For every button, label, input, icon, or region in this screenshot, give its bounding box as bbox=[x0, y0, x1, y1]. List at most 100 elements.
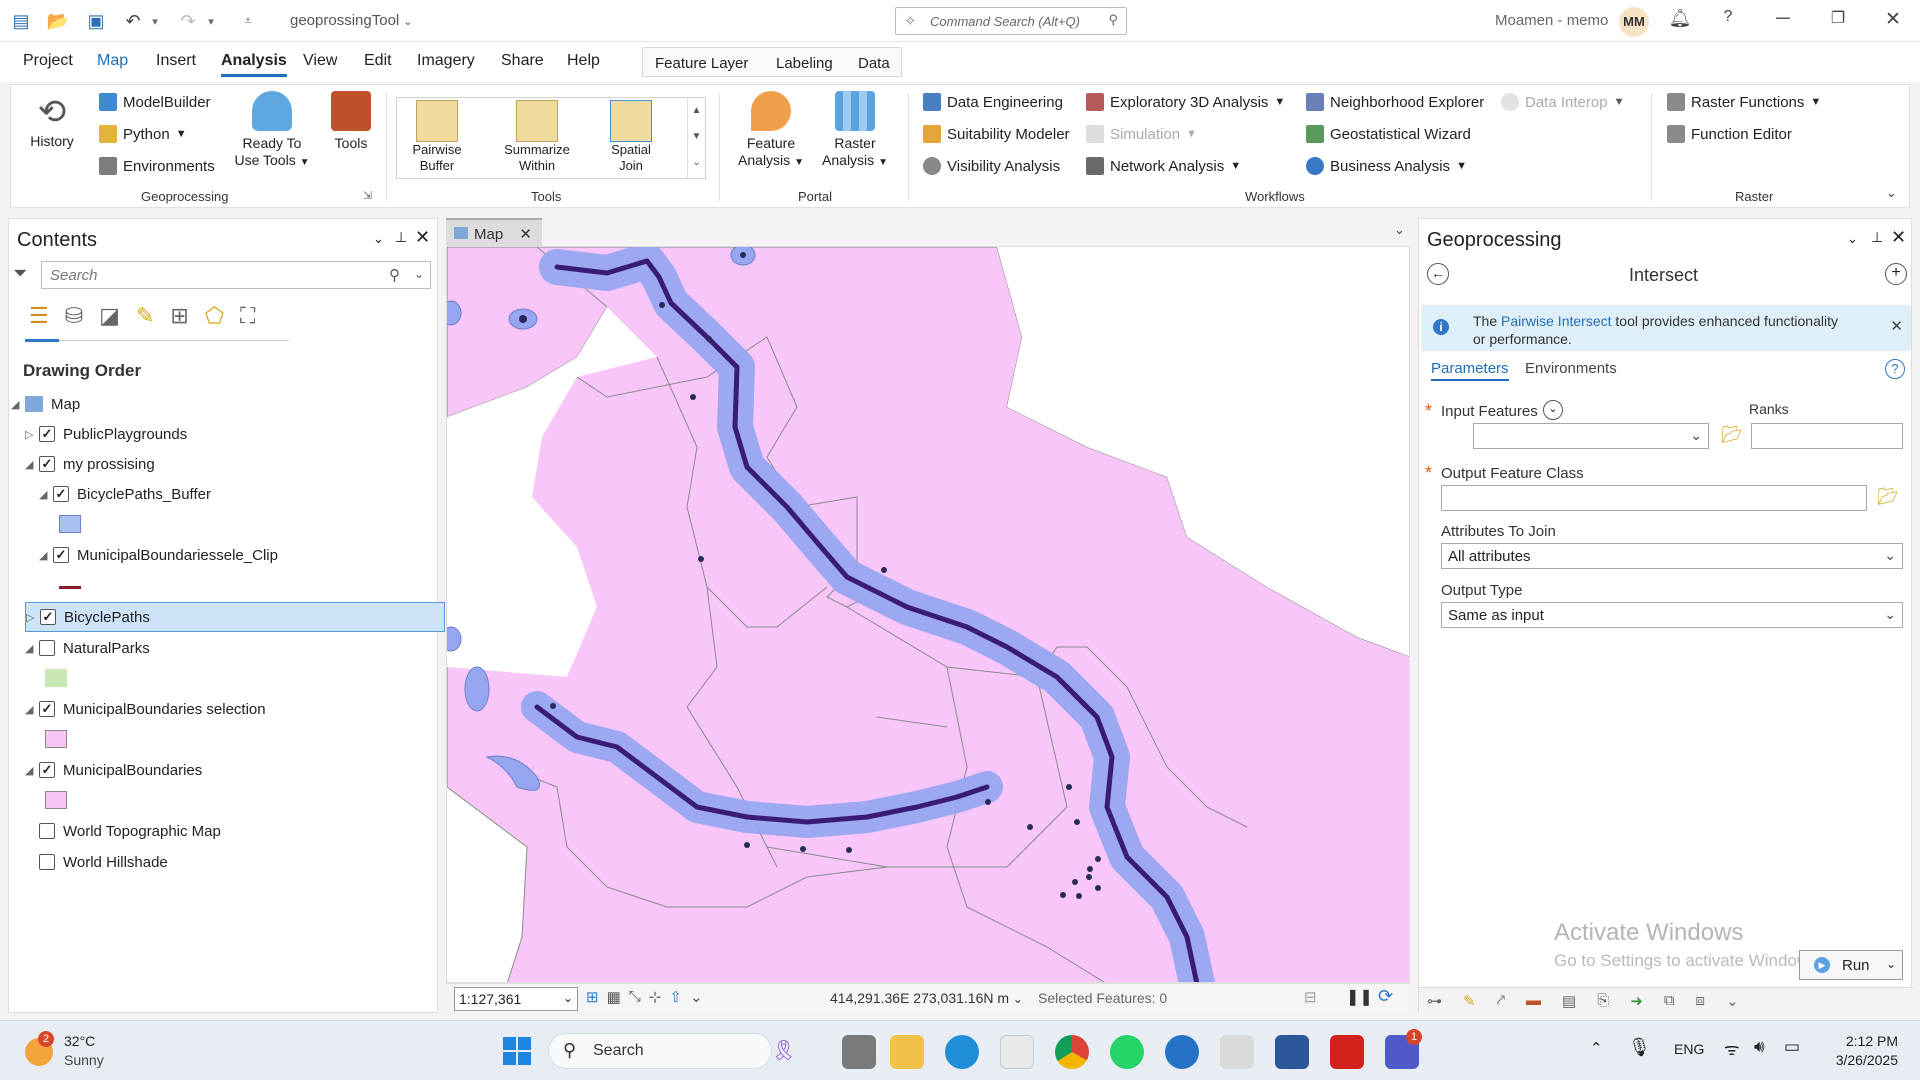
pairwise-buffer-button[interactable]: Pairwise Buffer bbox=[401, 100, 473, 174]
overflow-icon[interactable]: ⌄ bbox=[1726, 992, 1739, 1010]
taskbar-search[interactable]: ⚲ Search 🎗︎ bbox=[548, 1033, 796, 1069]
close-icon[interactable]: ✕ bbox=[1873, 8, 1913, 34]
layer-visibility-checkbox[interactable]: ✓ bbox=[53, 547, 69, 563]
avatar[interactable]: MM bbox=[1619, 7, 1649, 37]
whatsapp-icon[interactable] bbox=[1110, 1035, 1144, 1069]
data-interop-button[interactable]: Data Interop ▼ bbox=[1501, 93, 1624, 111]
geostatistical-wizard-button[interactable]: Geostatistical Wizard bbox=[1306, 125, 1471, 143]
suitability-modeler-button[interactable]: Suitability Modeler bbox=[923, 125, 1070, 143]
layer-visibility-checkbox[interactable] bbox=[39, 640, 55, 656]
menu-imagery[interactable]: Imagery bbox=[417, 52, 475, 70]
raster-functions-button[interactable]: Raster Functions ▼ bbox=[1667, 93, 1821, 111]
legend-swatch-selection[interactable] bbox=[45, 730, 67, 748]
exploratory-3d-button[interactable]: Exploratory 3D Analysis ▼ bbox=[1086, 93, 1285, 111]
language-indicator[interactable]: ENG bbox=[1674, 1041, 1704, 1057]
history-icon[interactable]: ⎘ bbox=[1597, 992, 1609, 1010]
catalog-icon[interactable]: ⊶ bbox=[1427, 992, 1442, 1010]
layer-visibility-checkbox[interactable]: ✓ bbox=[39, 456, 55, 472]
word-icon[interactable] bbox=[1275, 1035, 1309, 1069]
undo-dropdown-icon[interactable]: ▾ bbox=[142, 9, 168, 33]
pane-menu-icon[interactable]: ⌄ bbox=[1847, 231, 1858, 247]
layer-group-my-prossising[interactable]: ◢ ✓ my prossising bbox=[9, 449, 437, 479]
selected-features-count[interactable]: Selected Features: 0 bbox=[1038, 990, 1167, 1006]
toolbox-icon[interactable]: ▬ bbox=[1526, 992, 1541, 1010]
browse-folder-icon[interactable]: 📂︎ bbox=[1721, 425, 1743, 445]
start-icon[interactable] bbox=[503, 1037, 531, 1065]
project-icon[interactable]: ▤ bbox=[8, 9, 34, 33]
run-button[interactable]: ▶ Run ⌄ bbox=[1799, 950, 1903, 980]
wifi-icon[interactable]: ᯤ bbox=[1724, 1037, 1740, 1060]
collapse-ribbon-icon[interactable]: ⌄ bbox=[1886, 185, 1897, 201]
microphone-muted-icon[interactable]: 🎙︎ bbox=[1628, 1037, 1651, 1058]
back-arrow-icon[interactable]: ← bbox=[1427, 263, 1449, 285]
layer-municipal-selection[interactable]: ◢ ✓ MunicipalBoundaries selection bbox=[9, 694, 437, 724]
menu-view[interactable]: View bbox=[303, 52, 337, 70]
input-features-dropdown[interactable]: ⌄ bbox=[1473, 423, 1709, 449]
user-name[interactable]: Moamen - memo bbox=[1495, 12, 1608, 29]
menu-map[interactable]: Map bbox=[97, 52, 128, 70]
layer-visibility-checkbox[interactable]: ✓ bbox=[39, 426, 55, 442]
list-by-drawing-order-icon[interactable]: ☰ bbox=[29, 303, 49, 329]
launcher-icon[interactable]: ⇲ bbox=[363, 189, 372, 202]
task-view-icon[interactable] bbox=[842, 1035, 876, 1069]
layer-visibility-checkbox[interactable]: ✓ bbox=[53, 486, 69, 502]
menu-share[interactable]: Share bbox=[501, 52, 544, 70]
refresh-icon[interactable]: ⟳ bbox=[1378, 986, 1393, 1007]
arcgis-pro-icon[interactable] bbox=[1165, 1035, 1199, 1069]
pin-icon[interactable]: ⊥ bbox=[1871, 229, 1883, 246]
notification-bell-icon[interactable]: 🔔︎ bbox=[1660, 8, 1700, 34]
grid-icon[interactable]: ▦ bbox=[607, 988, 621, 1006]
python-button[interactable]: Python ▼ bbox=[99, 125, 187, 143]
map-drawing[interactable] bbox=[447, 247, 1410, 983]
fit-icon[interactable]: ⤡ bbox=[629, 988, 641, 1006]
dismiss-info-icon[interactable]: ✕ bbox=[1890, 317, 1903, 335]
tab-environments[interactable]: Environments bbox=[1525, 360, 1617, 377]
help-icon[interactable]: ? bbox=[1708, 8, 1748, 34]
temperature[interactable]: 32°C bbox=[64, 1033, 95, 1049]
battery-icon[interactable]: ▭ bbox=[1784, 1037, 1800, 1057]
menu-edit[interactable]: Edit bbox=[364, 52, 392, 70]
volume-icon[interactable]: 🔊︎ bbox=[1754, 1037, 1765, 1057]
expand-input-icon[interactable]: ⌄ bbox=[1543, 400, 1563, 420]
feature-analysis-button[interactable]: Feature Analysis ▼ bbox=[733, 91, 809, 171]
list-by-editing-icon[interactable]: ✎ bbox=[136, 303, 154, 329]
contents-search-input[interactable]: Search ⚲ ⌄ bbox=[41, 261, 431, 289]
tab-list-icon[interactable]: ⌄ bbox=[1394, 222, 1405, 238]
pause-drawing-icon[interactable]: ❚❚ bbox=[1346, 987, 1373, 1007]
attributes-to-join-select[interactable]: All attributes ⌄ bbox=[1441, 543, 1903, 569]
visibility-analysis-button[interactable]: Visibility Analysis bbox=[923, 157, 1060, 175]
restore-icon[interactable]: ❐ bbox=[1818, 8, 1858, 34]
neighborhood-explorer-button[interactable]: Neighborhood Explorer bbox=[1306, 93, 1484, 111]
attributes-icon[interactable]: ▤ bbox=[1562, 992, 1576, 1010]
menu-analysis[interactable]: Analysis bbox=[221, 52, 287, 77]
clock-date[interactable]: 3/26/2025 bbox=[1826, 1052, 1898, 1068]
legend-swatch-buffer[interactable] bbox=[59, 515, 81, 533]
measure-icon[interactable]: ⊹ bbox=[649, 988, 662, 1006]
acrobat-icon[interactable] bbox=[1330, 1035, 1364, 1069]
close-pane-icon[interactable]: ✕ bbox=[1891, 227, 1906, 248]
gallery-scroll[interactable]: ▲ ▼ ⌄ bbox=[687, 98, 705, 178]
output-type-select[interactable]: Same as input ⌄ bbox=[1441, 602, 1903, 628]
open-icon[interactable]: 📂 bbox=[45, 9, 71, 33]
layer-visibility-checkbox[interactable] bbox=[39, 823, 55, 839]
scale-selector[interactable]: 1:127,361 ⌄ bbox=[454, 987, 578, 1011]
summarize-within-button[interactable]: Summarize Within bbox=[493, 100, 581, 174]
element-icon[interactable]: ⧈ bbox=[1696, 992, 1706, 1010]
output-feature-class-input[interactable] bbox=[1441, 485, 1867, 511]
layer-municipal-clip[interactable]: ◢ ✓ MunicipalBoundariessele_Clip bbox=[9, 540, 437, 570]
menu-project[interactable]: Project bbox=[23, 52, 73, 70]
customize-qat-icon[interactable]: ⩡ bbox=[235, 9, 261, 33]
layer-world-topographic[interactable]: World Topographic Map bbox=[9, 816, 437, 846]
tools-button[interactable]: Tools bbox=[326, 91, 376, 152]
symbology-icon[interactable]: ✎ bbox=[1463, 992, 1476, 1010]
close-pane-icon[interactable]: ✕ bbox=[415, 227, 430, 248]
network-analysis-button[interactable]: Network Analysis ▼ bbox=[1086, 157, 1241, 175]
history-button[interactable]: ⟲ History bbox=[27, 91, 77, 150]
create-features-icon[interactable]: ⤤ bbox=[1497, 992, 1505, 1010]
raster-analysis-button[interactable]: Raster Analysis ▼ bbox=[817, 91, 893, 171]
ready-to-use-tools-button[interactable]: Ready To Use Tools ▼ bbox=[233, 91, 311, 171]
add-tool-icon[interactable]: + bbox=[1885, 263, 1907, 285]
layer-public-playgrounds[interactable]: ▷ ✓ PublicPlaygrounds bbox=[9, 419, 437, 449]
legend-swatch-boundaries[interactable] bbox=[45, 791, 67, 809]
layer-map[interactable]: ◢ Map bbox=[9, 389, 437, 419]
